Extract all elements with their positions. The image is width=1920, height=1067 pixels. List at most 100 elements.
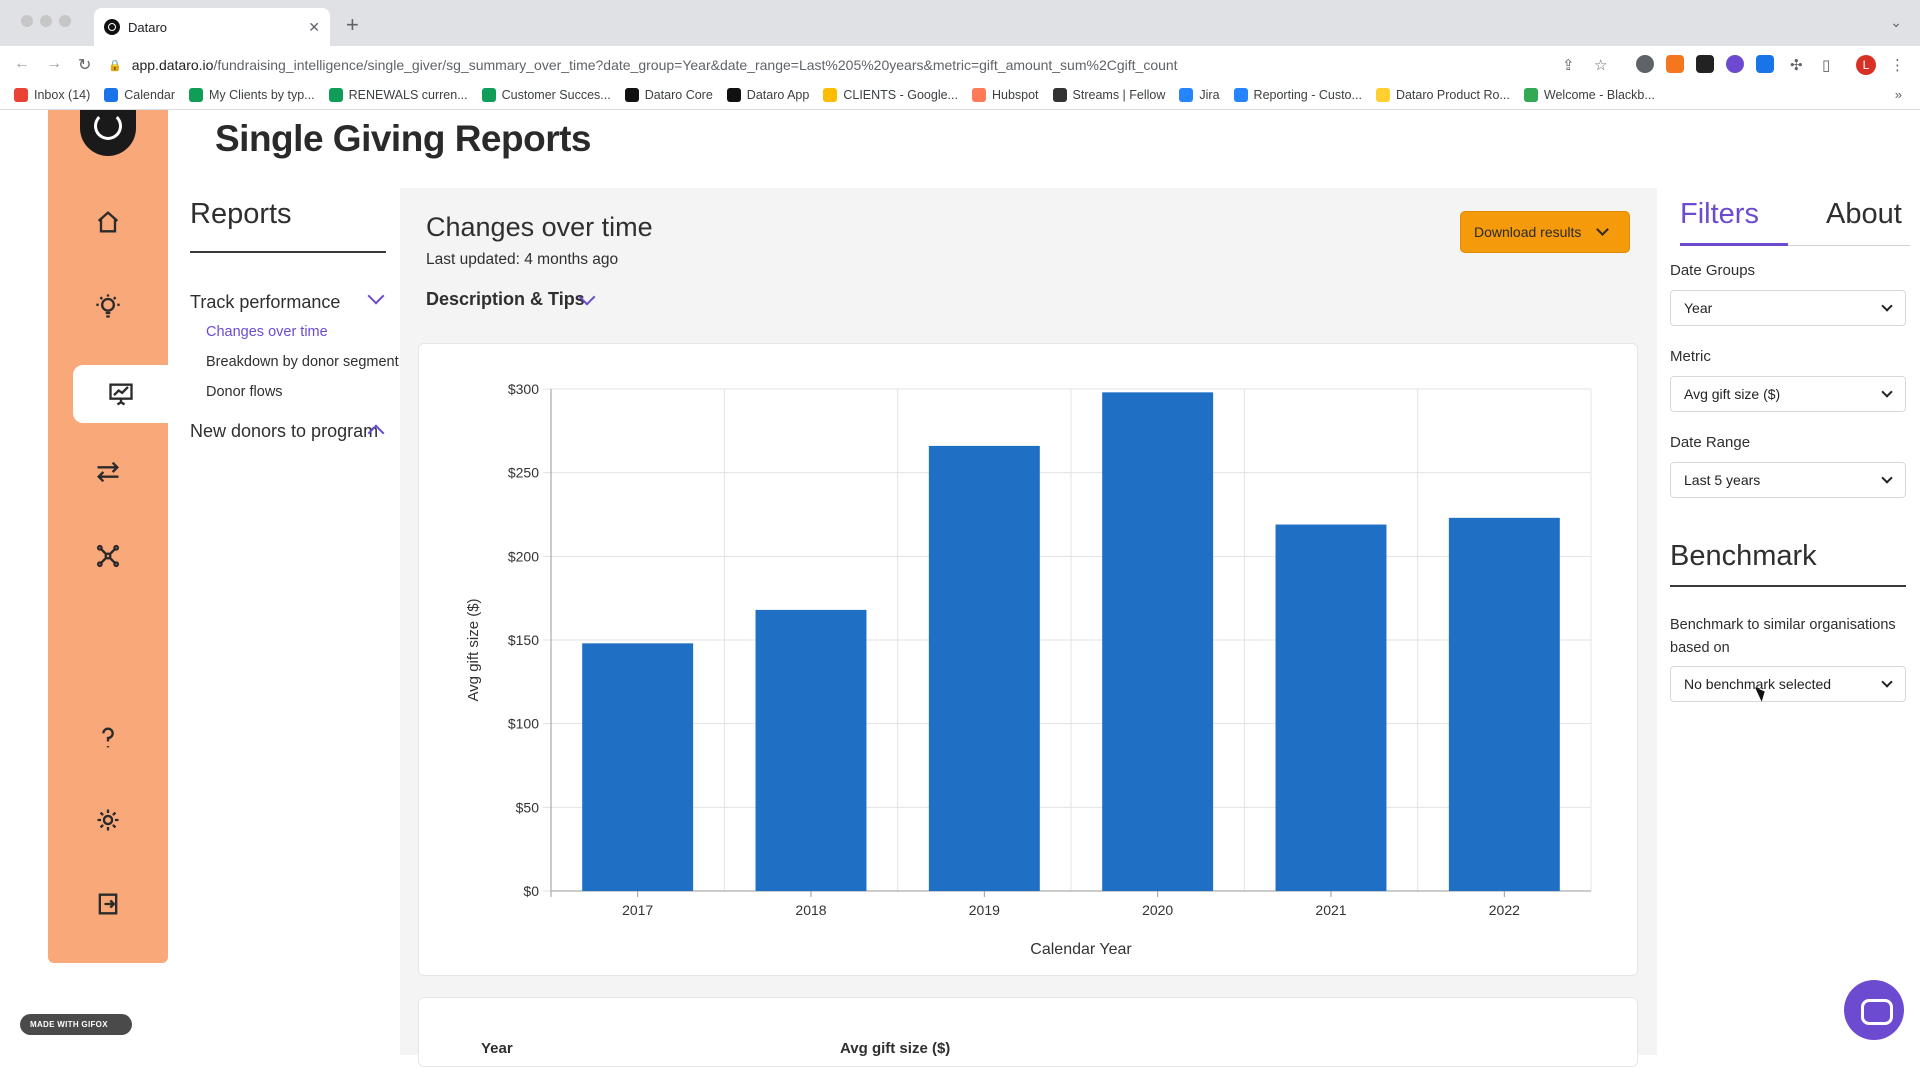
- share-icon[interactable]: ⇪: [1562, 56, 1575, 74]
- bookmark-star-icon[interactable]: ☆: [1594, 56, 1607, 74]
- window-zoom-dot[interactable]: [59, 15, 71, 27]
- x-tick-label: 2019: [969, 902, 1000, 918]
- benchmark-divider: [1670, 585, 1906, 587]
- y-tick-label: $150: [508, 632, 539, 648]
- bookmark-label: Dataro Product Ro...: [1395, 87, 1510, 102]
- benchmark-select[interactable]: No benchmark selected: [1670, 666, 1906, 702]
- bookmark-item[interactable]: RENEWALS curren...: [328, 87, 468, 102]
- tab-about[interactable]: About: [1826, 198, 1902, 231]
- metric-select[interactable]: Avg gift size ($): [1670, 376, 1906, 412]
- bar-chart: $0 $50 $100 $150 $200 $250 $300 2017 2018 2019 202…: [465, 381, 1592, 958]
- bookmark-item[interactable]: Calendar: [104, 87, 175, 102]
- help-icon[interactable]: [86, 718, 130, 758]
- reload-icon[interactable]: ↻: [78, 55, 91, 75]
- nav-item-breakdown-by-donor-segment[interactable]: Breakdown by donor segment: [206, 354, 399, 370]
- date-groups-select[interactable]: Year: [1670, 290, 1906, 326]
- bookmark-item[interactable]: Welcome - Blackb...: [1523, 87, 1655, 102]
- nav-item-donor-flows[interactable]: Donor flows: [206, 384, 283, 400]
- bookmark-label: Customer Succes...: [501, 87, 611, 102]
- bookmark-item[interactable]: Jira: [1179, 87, 1220, 102]
- bookmark-item[interactable]: Hubspot: [971, 87, 1039, 102]
- dataro-logo-icon[interactable]: [80, 110, 136, 156]
- bookmark-item[interactable]: Dataro App: [726, 87, 809, 102]
- download-results-label: Download results: [1474, 224, 1582, 240]
- bookmarks-bar: Inbox (14) Calendar My Clients by typ... RE…: [0, 80, 1920, 110]
- bookmark-label: Dataro Core: [644, 87, 713, 102]
- window-close-dot[interactable]: [21, 15, 33, 27]
- bookmark-item[interactable]: Dataro Core: [624, 87, 713, 102]
- active-tab-indicator: [1680, 243, 1788, 246]
- description-tips-toggle[interactable]: Description & Tips: [426, 289, 585, 310]
- bookmark-item[interactable]: My Clients by typ...: [189, 87, 315, 102]
- bookmark-item[interactable]: Reporting - Custo...: [1233, 87, 1362, 102]
- results-table: [418, 997, 1638, 1067]
- browser-tabbar: Dataro ✕ + ⌄: [0, 0, 1920, 46]
- extensions-puzzle-icon[interactable]: ✣: [1790, 56, 1803, 74]
- bar-2019: [928, 445, 1040, 891]
- tab-filters[interactable]: Filters: [1680, 198, 1759, 231]
- lightbulb-icon[interactable]: [86, 286, 130, 326]
- bookmark-item[interactable]: Streams | Fellow: [1052, 87, 1165, 102]
- transfer-arrows-icon[interactable]: [86, 452, 130, 492]
- bookmark-label: CLIENTS - Google...: [843, 87, 958, 102]
- logout-icon[interactable]: [86, 884, 130, 924]
- sheets-icon: [328, 87, 343, 102]
- bookmark-item[interactable]: Inbox (14): [14, 87, 90, 102]
- date-range-value: Last 5 years: [1684, 472, 1761, 488]
- bookmarks-overflow-icon[interactable]: »: [1895, 87, 1902, 102]
- bookmark-item[interactable]: Customer Succes...: [481, 87, 611, 102]
- x-tick-label: 2021: [1315, 902, 1346, 918]
- chevron-down-icon: [1881, 300, 1893, 312]
- y-axis-title: Avg gift size ($): [465, 598, 482, 701]
- nav-group-track-performance[interactable]: Track performance: [190, 292, 340, 313]
- side-panel-icon[interactable]: ▯: [1822, 56, 1830, 74]
- page-title: Single Giving Reports: [215, 118, 592, 159]
- download-results-button[interactable]: Download results: [1460, 211, 1630, 253]
- miro-icon: [1375, 87, 1390, 102]
- fellow-icon: [1052, 87, 1067, 102]
- gifox-badge: MADE WITH GIFOX: [20, 1014, 132, 1035]
- table-header-metric: Avg gift size ($): [840, 1040, 951, 1057]
- extension-1-icon[interactable]: [1636, 55, 1654, 73]
- date-groups-label: Date Groups: [1670, 262, 1756, 279]
- settings-gear-icon[interactable]: [86, 800, 130, 840]
- back-icon[interactable]: ←: [14, 55, 30, 73]
- browser-tab[interactable]: Dataro ✕: [94, 8, 330, 46]
- new-tab-icon[interactable]: +: [346, 12, 359, 38]
- blackbaud-icon: [1523, 87, 1538, 102]
- nav-group-new-donors[interactable]: New donors to program: [190, 421, 378, 442]
- benchmark-description: Benchmark to similar organisations based…: [1670, 617, 1896, 656]
- nav-item-changes-over-time[interactable]: Changes over time: [206, 324, 328, 340]
- y-tick-label: $300: [508, 381, 539, 397]
- bookmark-item[interactable]: Dataro Product Ro...: [1375, 87, 1510, 102]
- y-tick-label: $0: [523, 883, 539, 899]
- date-range-select[interactable]: Last 5 years: [1670, 462, 1906, 498]
- dataro-favicon-icon: [104, 19, 120, 35]
- extension-4-icon[interactable]: [1726, 55, 1744, 73]
- network-icon[interactable]: [86, 536, 130, 576]
- forward-icon[interactable]: →: [46, 55, 62, 73]
- tab-search-chevron-icon[interactable]: ⌄: [1890, 14, 1902, 31]
- hubspot-icon: [971, 87, 986, 102]
- bookmark-label: Welcome - Blackb...: [1543, 87, 1655, 102]
- extension-5-icon[interactable]: [1756, 55, 1774, 73]
- profile-avatar[interactable]: L: [1856, 55, 1876, 75]
- reports-chart-icon[interactable]: [73, 365, 168, 423]
- x-tick-label: 2018: [795, 902, 826, 918]
- url-input[interactable]: 🔒 app.dataro.io/fundraising_intelligence…: [108, 50, 1630, 80]
- chevron-down-icon[interactable]: [367, 287, 385, 305]
- y-tick-label: $200: [508, 548, 539, 564]
- tab-close-icon[interactable]: ✕: [308, 19, 320, 36]
- bookmark-item[interactable]: CLIENTS - Google...: [823, 87, 958, 102]
- extension-3-icon[interactable]: [1696, 55, 1714, 73]
- chat-support-button[interactable]: [1844, 980, 1904, 1040]
- window-minimize-dot[interactable]: [40, 15, 52, 27]
- extension-2-icon[interactable]: [1666, 55, 1684, 73]
- tab-title: Dataro: [128, 19, 168, 35]
- bar-2021: [1275, 524, 1387, 891]
- reports-divider: [190, 251, 386, 253]
- download-chevron-icon: [1596, 223, 1609, 236]
- jira-icon: [1179, 87, 1194, 102]
- browser-menu-icon[interactable]: ⋮: [1890, 56, 1905, 74]
- home-icon[interactable]: [86, 202, 130, 242]
